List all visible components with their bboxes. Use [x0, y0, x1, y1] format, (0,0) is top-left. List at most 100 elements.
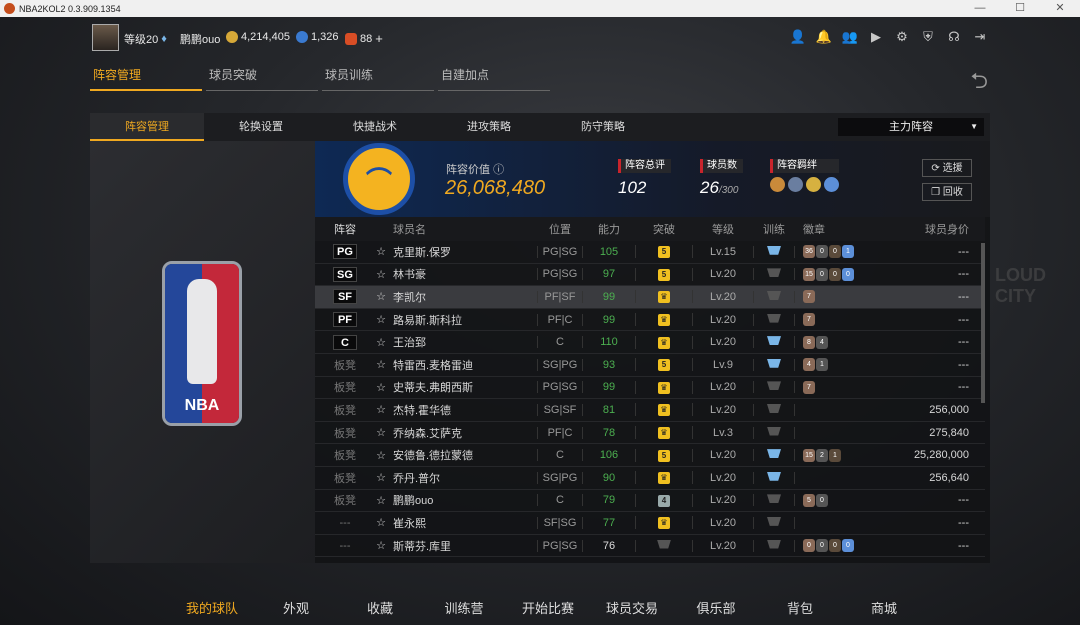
- bond-icon[interactable]: [824, 177, 839, 192]
- lineup-panel: 阵容管理 轮换设置 快捷战术 进攻策略 防守策略 主力阵容 ▼ NBA ⌒ 阵容价…: [90, 113, 990, 563]
- avatar[interactable]: [92, 24, 119, 51]
- player-name: 乔纳森.艾萨克: [393, 427, 463, 440]
- player-level: Lv.20: [709, 516, 737, 529]
- help-icon[interactable]: ⓘ: [493, 164, 504, 176]
- table-row[interactable]: 板凳 ☆ 安德鲁.德拉蒙德 C 106 5 Lv.20 15 2 1 25,280,000: [315, 444, 985, 467]
- back-icon[interactable]: ⮌: [970, 64, 988, 102]
- player-worth: 256,000: [929, 403, 969, 416]
- star-icon[interactable]: ☆: [375, 516, 387, 529]
- add-points-button[interactable]: +: [375, 31, 383, 46]
- bond-icon[interactable]: [806, 177, 821, 192]
- nav-trade[interactable]: 球员交易: [590, 598, 674, 617]
- close-button[interactable]: ✕: [1040, 0, 1080, 17]
- header-training: 训练: [763, 224, 785, 236]
- training-icon: [767, 245, 781, 255]
- nav-bag[interactable]: 背包: [758, 598, 842, 617]
- table-row[interactable]: 板凳 ☆ 乔纳森.艾萨克 PF|C 78 ♛ Lv.3 275,840: [315, 422, 985, 445]
- player-level: Lv.20: [709, 449, 737, 462]
- player-worth: ---: [958, 358, 969, 371]
- star-icon[interactable]: ☆: [375, 358, 387, 371]
- nav-shop[interactable]: 商城: [842, 598, 926, 617]
- slot-badge: PF: [333, 312, 357, 328]
- star-icon[interactable]: ☆: [375, 449, 387, 462]
- star-icon[interactable]: ☆: [375, 245, 387, 258]
- star-icon[interactable]: ☆: [375, 471, 387, 484]
- player-ability: 105: [599, 245, 619, 258]
- star-icon[interactable]: ☆: [375, 336, 387, 349]
- table-row[interactable]: C ☆ 王治郅 C 110 ♛ Lv.20 8 4 ---: [315, 331, 985, 354]
- logout-icon[interactable]: ⇥: [972, 29, 988, 45]
- nav-collection[interactable]: 收藏: [338, 598, 422, 617]
- player-name: 杰特.霍华德: [393, 404, 452, 417]
- table-row[interactable]: 板凳 ☆ 史蒂夫.弗朗西斯 PG|SG 99 ♛ Lv.20 7 ---: [315, 377, 985, 400]
- training-icon: [767, 336, 781, 346]
- bell-icon[interactable]: 🔔: [816, 29, 832, 45]
- star-icon[interactable]: ☆: [375, 403, 387, 416]
- bond-icon[interactable]: [788, 177, 803, 192]
- breakthrough-icon: 4: [658, 494, 670, 507]
- minimize-button[interactable]: —: [960, 0, 1000, 17]
- star-icon[interactable]: ☆: [375, 426, 387, 439]
- nav-training-camp[interactable]: 训练营: [422, 598, 506, 617]
- nav-club[interactable]: 俱乐部: [674, 598, 758, 617]
- player-position: PG|SG: [537, 381, 583, 394]
- subtab-offense[interactable]: 进攻策略: [432, 113, 546, 141]
- breakthrough-icon: [657, 539, 671, 549]
- tab-custom-points[interactable]: 自建加点: [438, 66, 550, 91]
- player-worth: ---: [958, 290, 969, 303]
- tab-breakthrough[interactable]: 球员突破: [206, 66, 318, 91]
- slot-label: 板凳: [334, 404, 356, 417]
- friends-icon[interactable]: 👥: [842, 29, 858, 45]
- header-badges: 徽章: [803, 224, 825, 236]
- table-row[interactable]: SF ☆ 李凯尔 PF|SF 99 ♛ Lv.20 7 ---: [315, 286, 985, 309]
- breakthrough-icon: ♛: [658, 291, 670, 304]
- badge-icon: 15: [803, 448, 815, 462]
- team-summary: ⌒ 阵容价值 ⓘ 26,068,480 阵容总评 102 球员数 26/300 …: [315, 141, 990, 217]
- video-icon[interactable]: ▶: [868, 29, 884, 45]
- shield-icon[interactable]: ⛨: [920, 29, 936, 45]
- tab-training[interactable]: 球员训练: [322, 66, 434, 91]
- subtab-rotation[interactable]: 轮换设置: [204, 113, 318, 141]
- profile-icon[interactable]: 👤: [790, 29, 806, 45]
- player-position: PF|SF: [537, 290, 583, 303]
- star-icon[interactable]: ☆: [375, 268, 387, 281]
- headset-icon[interactable]: ☊: [946, 29, 962, 45]
- player-position: C: [537, 336, 583, 349]
- subtab-defense[interactable]: 防守策略: [546, 113, 660, 141]
- tab-lineup[interactable]: 阵容管理: [90, 66, 202, 91]
- star-icon[interactable]: ☆: [375, 313, 387, 326]
- coin-icon: [226, 31, 238, 43]
- subtab-lineup[interactable]: 阵容管理: [90, 113, 204, 141]
- player-worth: ---: [958, 494, 969, 507]
- table-row[interactable]: --- ☆ 斯蒂芬.库里 PG|SG 76 Lv.20 0 0 0 0 ---: [315, 535, 985, 558]
- star-icon[interactable]: ☆: [375, 381, 387, 394]
- table-row[interactable]: 板凳 ☆ 鹏鹏ouo C 79 4 Lv.20 5 0 ---: [315, 490, 985, 513]
- table-row[interactable]: PF ☆ 路易斯.斯科拉 PF|C 99 ♛ Lv.20 7 ---: [315, 309, 985, 332]
- table-row[interactable]: 板凳 ☆ 特雷西.麦格雷迪 SG|PG 93 5 Lv.9 4 1 ---: [315, 354, 985, 377]
- nav-start-game[interactable]: 开始比赛: [506, 598, 590, 617]
- lineup-select[interactable]: 主力阵容 ▼: [838, 118, 984, 136]
- maximize-button[interactable]: ☐: [1000, 0, 1040, 17]
- nav-appearance[interactable]: 外观: [254, 598, 338, 617]
- player-level: Lv.20: [709, 494, 737, 507]
- star-icon[interactable]: ☆: [375, 539, 387, 552]
- bond-icon[interactable]: [770, 177, 785, 192]
- scrollbar[interactable]: [981, 243, 985, 403]
- star-icon[interactable]: ☆: [375, 494, 387, 507]
- gear-icon[interactable]: ⚙: [894, 29, 910, 45]
- table-header: 阵容 球员名 位置 能力 突破 等级 训练 徽章 球员身价: [315, 217, 985, 241]
- subtab-tactics[interactable]: 快捷战术: [318, 113, 432, 141]
- nav-my-team[interactable]: 我的球队: [170, 598, 254, 617]
- table-row[interactable]: 板凳 ☆ 杰特.霍华德 SG|SF 81 ♛ Lv.20 256,000: [315, 399, 985, 422]
- player-name: 特雷西.麦格雷迪: [393, 359, 474, 372]
- table-row[interactable]: 板凳 ☆ 乔丹.普尔 SG|PG 90 ♛ Lv.20 256,640: [315, 467, 985, 490]
- training-icon: [767, 268, 781, 278]
- player-name: 李凯尔: [393, 291, 426, 304]
- star-icon[interactable]: ☆: [375, 290, 387, 303]
- recycle-button[interactable]: ❐ 回收: [922, 183, 972, 201]
- player-level: Lv.15: [709, 245, 737, 258]
- table-row[interactable]: SG ☆ 林书豪 PG|SG 97 5 Lv.20 15 0 0 0 ---: [315, 264, 985, 287]
- select-button[interactable]: ⟳ 选援: [922, 159, 972, 177]
- table-row[interactable]: --- ☆ 崔永熙 SF|SG 77 ♛ Lv.20 ---: [315, 512, 985, 535]
- table-row[interactable]: PG ☆ 克里斯.保罗 PG|SG 105 5 Lv.15 36 0 0 1 ---: [315, 241, 985, 264]
